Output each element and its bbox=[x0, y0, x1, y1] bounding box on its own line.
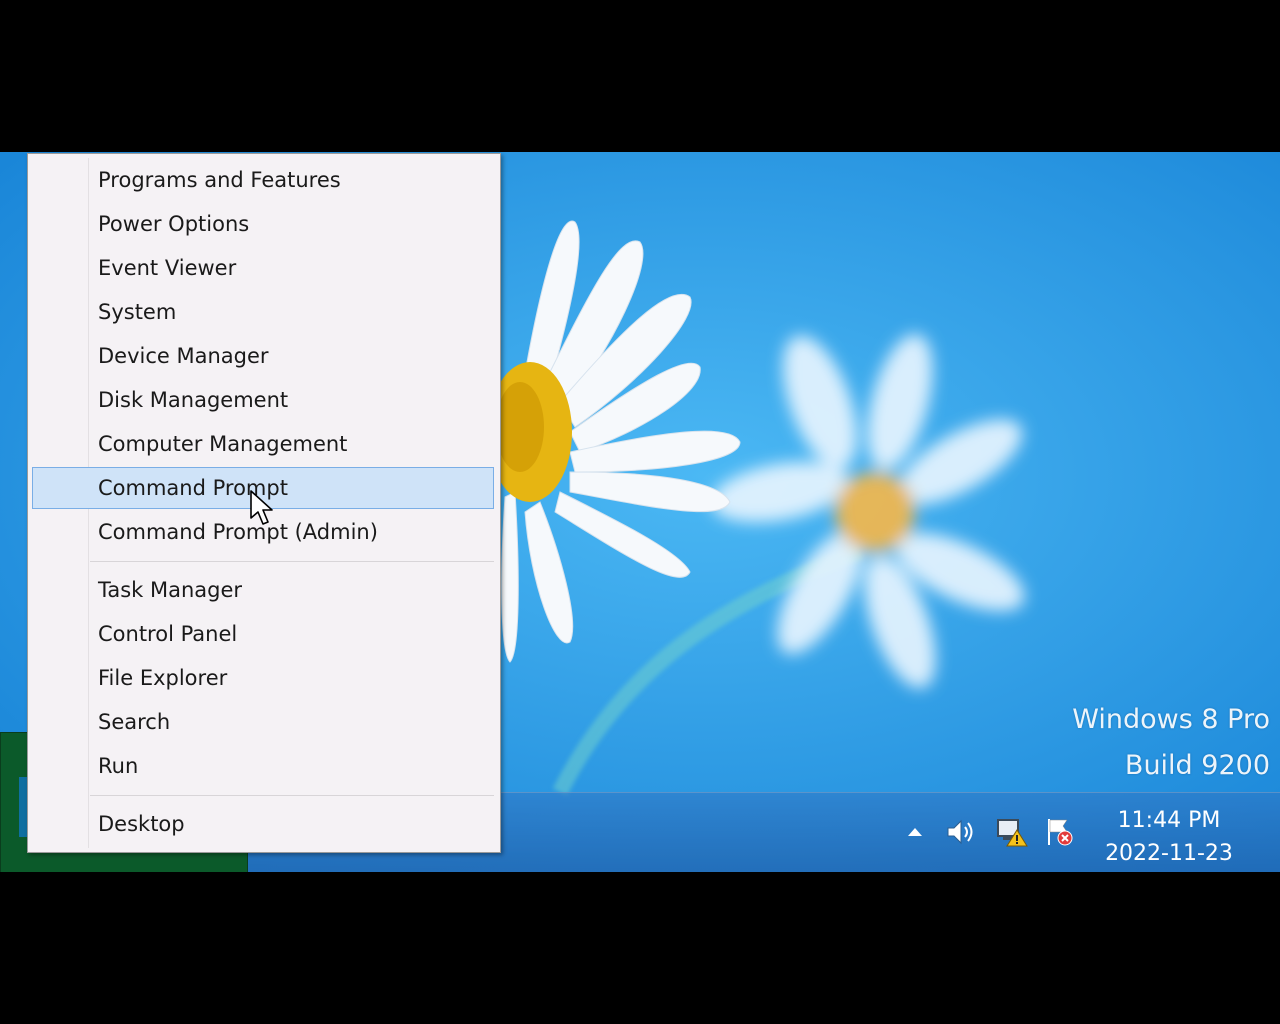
menu-item-run[interactable]: Run bbox=[32, 745, 494, 787]
menu-separator bbox=[90, 795, 494, 796]
menu-item-label: Device Manager bbox=[98, 344, 269, 368]
network-warning-icon[interactable] bbox=[992, 812, 1032, 852]
menu-item-task-manager[interactable]: Task Manager bbox=[32, 569, 494, 611]
clock-time: 11:44 PM bbox=[1117, 808, 1221, 833]
menu-item-label: Task Manager bbox=[98, 578, 243, 602]
menu-item-label: Programs and Features bbox=[98, 168, 341, 192]
menu-item-label: Desktop bbox=[98, 812, 185, 836]
taskbar-clock[interactable]: 11:44 PM 2022-11-23 bbox=[1094, 804, 1244, 870]
menu-item-label: Event Viewer bbox=[98, 256, 237, 280]
menu-item-label: Command Prompt (Admin) bbox=[98, 520, 378, 544]
menu-item-file-explorer[interactable]: File Explorer bbox=[32, 657, 494, 699]
menu-item-label: Disk Management bbox=[98, 388, 289, 412]
menu-item-disk-management[interactable]: Disk Management bbox=[32, 379, 494, 421]
action-center-flag-icon[interactable] bbox=[1040, 812, 1080, 852]
volume-icon[interactable] bbox=[942, 812, 982, 852]
menu-separator bbox=[90, 561, 494, 562]
menu-item-system[interactable]: System bbox=[32, 291, 494, 333]
menu-item-control-panel[interactable]: Control Panel bbox=[32, 613, 494, 655]
menu-item-label: Run bbox=[98, 754, 139, 778]
menu-item-label: System bbox=[98, 300, 177, 324]
menu-item-label: File Explorer bbox=[98, 666, 228, 690]
menu-item-label: Control Panel bbox=[98, 622, 238, 646]
show-hidden-icons-arrow-icon[interactable] bbox=[900, 812, 930, 852]
menu-item-desktop[interactable]: Desktop bbox=[32, 803, 494, 845]
clock-date: 2022-11-23 bbox=[1105, 841, 1233, 866]
windows-build-watermark: Build 9200 bbox=[1124, 750, 1270, 781]
menu-item-power-options[interactable]: Power Options bbox=[32, 203, 494, 245]
mouse-pointer-icon bbox=[250, 490, 273, 525]
menu-item-label: Search bbox=[98, 710, 171, 734]
menu-item-event-viewer[interactable]: Event Viewer bbox=[32, 247, 494, 289]
menu-item-label: Computer Management bbox=[98, 432, 348, 456]
menu-item-computer-management[interactable]: Computer Management bbox=[32, 423, 494, 465]
menu-item-label: Power Options bbox=[98, 212, 250, 236]
menu-item-programs-and-features[interactable]: Programs and Features bbox=[32, 159, 494, 201]
windows-edition-watermark: Windows 8 Pro bbox=[1072, 704, 1270, 735]
menu-item-device-manager[interactable]: Device Manager bbox=[32, 335, 494, 377]
menu-item-search[interactable]: Search bbox=[32, 701, 494, 743]
